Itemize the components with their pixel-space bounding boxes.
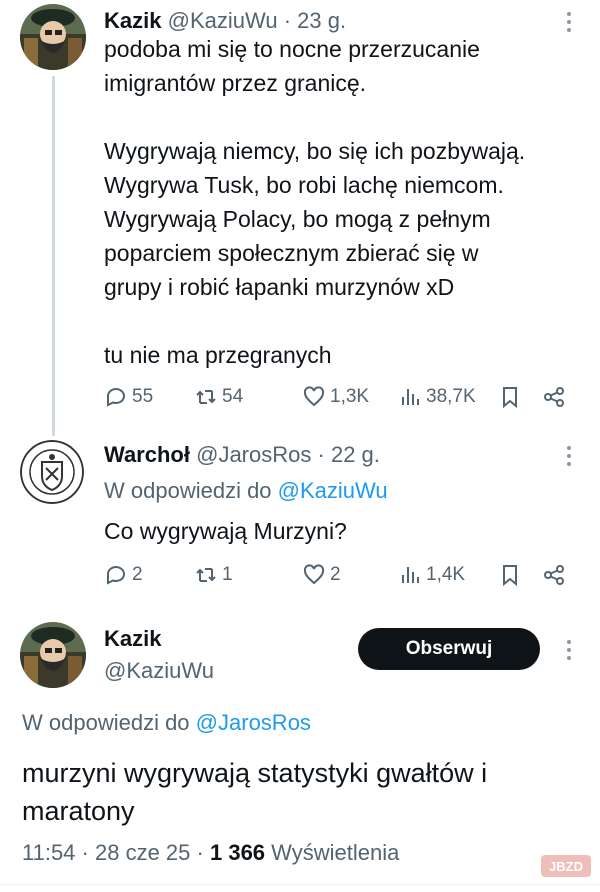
- reply-to-handle-link[interactable]: @JarosRos: [196, 710, 311, 735]
- separator-dot: ·: [283, 8, 292, 33]
- more-options-icon[interactable]: [566, 446, 572, 470]
- share-button[interactable]: [542, 560, 566, 590]
- tweet1-actions: 55 54 1,3K 38,7K: [100, 382, 580, 412]
- reply-button[interactable]: 55: [104, 382, 153, 412]
- reply-to-handle-link[interactable]: @KaziuWu: [278, 478, 388, 503]
- tweet2-time[interactable]: 22 g.: [331, 442, 380, 467]
- repost-count: 1: [222, 564, 233, 585]
- views-label: Wyświetlenia: [271, 840, 400, 865]
- bookmark-button[interactable]: [498, 382, 522, 412]
- bookmark-button[interactable]: [498, 560, 522, 590]
- follow-button[interactable]: Obserwuj: [358, 628, 540, 670]
- reply-prefix: W odpowiedzi do: [104, 478, 272, 503]
- main-author-name-row: Kazik: [104, 626, 161, 652]
- separator-dot: ·: [317, 442, 325, 467]
- like-count: 1,3K: [330, 386, 370, 407]
- heart-icon: [303, 564, 325, 585]
- jbzd-watermark-logo: JBZD: [540, 852, 592, 880]
- tweet1-author-name[interactable]: Kazik: [104, 8, 161, 33]
- like-count: 2: [330, 564, 341, 585]
- main-tweet-meta: 11:54 · 28 cze 25 · 1 366 Wyświetlenia: [22, 840, 399, 866]
- repost-button[interactable]: 1: [194, 560, 233, 590]
- reply-prefix: W odpowiedzi do: [22, 710, 190, 735]
- tweet2-header: Warchoł @JarosRos · 22 g.: [104, 442, 380, 468]
- bookmark-icon: [503, 565, 517, 587]
- tweet1-text: podoba mi się to nocne przerzucanie imig…: [104, 36, 526, 368]
- heart-icon: [303, 386, 325, 407]
- tweet1-time[interactable]: 23 g.: [297, 8, 346, 33]
- tweet1-handle[interactable]: @KaziuWu: [168, 8, 278, 33]
- thread-line: [52, 76, 55, 436]
- main-reply-to: W odpowiedzi do @JarosRos: [22, 710, 311, 736]
- post-date[interactable]: 28 cze 25: [95, 840, 190, 865]
- main-tweet-text: murzyni wygrywają statystyki gwałtów i m…: [22, 758, 488, 826]
- bookmark-icon: [503, 387, 517, 409]
- tweet2-actions: 2 1 2 1,4K: [100, 560, 580, 590]
- like-button[interactable]: 2: [302, 560, 341, 590]
- views-count: 38,7K: [426, 386, 476, 407]
- tweet2-handle[interactable]: @JarosRos: [196, 442, 311, 467]
- reply-button[interactable]: 2: [104, 560, 143, 590]
- repost-icon: [196, 390, 216, 404]
- avatar-kazik[interactable]: [20, 4, 86, 70]
- repost-button[interactable]: 54: [194, 382, 243, 412]
- like-button[interactable]: 1,3K: [302, 382, 369, 412]
- repost-icon: [196, 568, 216, 582]
- views-icon: [402, 389, 419, 405]
- tweet2-reply-to: W odpowiedzi do @KaziuWu: [104, 478, 388, 504]
- more-options-icon[interactable]: [566, 640, 572, 664]
- share-icon: [544, 565, 564, 585]
- tweet1-header: Kazik @KaziuWu · 23 g.: [104, 8, 346, 34]
- reply-count: 2: [132, 564, 143, 585]
- views-button[interactable]: 38,7K: [398, 382, 476, 412]
- tweet2-author-name[interactable]: Warchoł: [104, 442, 190, 467]
- reply-icon: [107, 388, 125, 407]
- separator-dot: ·: [196, 840, 204, 865]
- main-handle-row: @KaziuWu: [104, 658, 214, 684]
- post-time[interactable]: 11:54: [22, 840, 75, 865]
- views-total: 1 366: [209, 840, 266, 865]
- views-icon: [402, 567, 419, 583]
- main-author-name[interactable]: Kazik: [104, 626, 161, 651]
- share-button[interactable]: [542, 382, 566, 412]
- svg-text:JBZD: JBZD: [549, 859, 583, 874]
- bottom-divider: [0, 884, 600, 885]
- avatar-kazik-main[interactable]: [20, 622, 86, 688]
- avatar-warchol[interactable]: [20, 440, 84, 504]
- tweet2-text: Co wygrywają Murzyni?: [104, 518, 347, 544]
- share-icon: [544, 387, 564, 407]
- views-count: 1,4K: [426, 564, 466, 585]
- views-button[interactable]: 1,4K: [398, 560, 465, 590]
- repost-count: 54: [222, 386, 244, 407]
- separator-dot: ·: [81, 840, 89, 865]
- reply-icon: [107, 566, 125, 585]
- main-handle[interactable]: @KaziuWu: [104, 658, 214, 683]
- reply-count: 55: [132, 386, 154, 407]
